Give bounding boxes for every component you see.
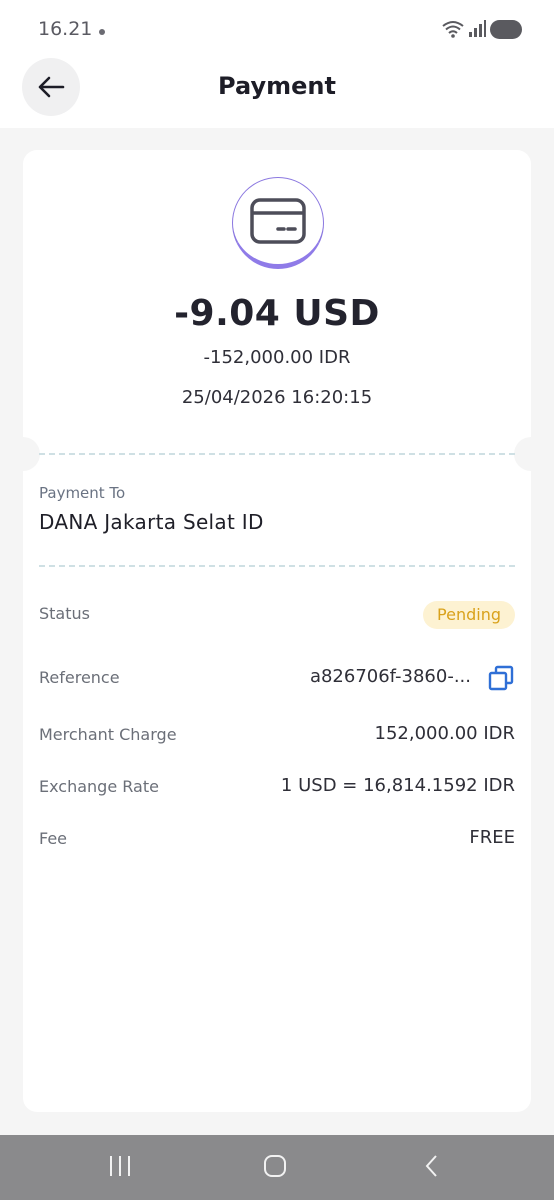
app-header: Payment: [0, 58, 554, 128]
amount-idr: -152,000.00 IDR: [203, 347, 351, 368]
reference-value: a826706f-3860-...: [309, 666, 471, 687]
ticket-notch-left: [23, 437, 40, 471]
reference-row: Reference a826706f-3860-...: [39, 664, 515, 694]
system-nav-bar: [0, 1135, 554, 1200]
status-badge: Pending: [423, 601, 515, 629]
home-icon[interactable]: [262, 1153, 288, 1183]
status-time: 16.21: [38, 18, 93, 40]
merchant-charge-row: Merchant Charge 152,000.00 IDR: [39, 721, 515, 751]
status-row: Status Pending: [39, 600, 515, 630]
fee-value: FREE: [469, 827, 515, 848]
divider-dashed: [39, 453, 515, 455]
exchange-rate-label: Exchange Rate: [39, 777, 159, 796]
merchant-charge-label: Merchant Charge: [39, 725, 177, 744]
copy-icon[interactable]: [487, 664, 515, 696]
fee-label: Fee: [39, 829, 68, 848]
status-label: Status: [39, 604, 90, 623]
notification-dot: [99, 29, 105, 35]
wifi-icon: [442, 19, 464, 43]
exchange-rate-value: 1 USD = 16,814.1592 IDR: [280, 775, 515, 796]
payment-to-value: DANA Jakarta Selat ID: [39, 510, 264, 534]
reference-label: Reference: [39, 668, 120, 687]
page-title: Payment: [218, 72, 336, 100]
payment-receipt-card: -9.04 USD -152,000.00 IDR 25/04/2026 16:…: [23, 150, 531, 1112]
ticket-notch-right: [514, 437, 531, 471]
recents-icon[interactable]: [108, 1153, 132, 1183]
transaction-datetime: 25/04/2026 16:20:15: [181, 387, 373, 408]
divider-dashed: [39, 565, 515, 567]
card-icon: [250, 198, 306, 244]
amount-usd: -9.04 USD: [174, 293, 380, 334]
fee-row: Fee FREE: [39, 825, 515, 855]
payment-icon-circle: [232, 177, 324, 269]
exchange-rate-row: Exchange Rate 1 USD = 16,814.1592 IDR: [39, 773, 515, 803]
payment-to-label: Payment To: [39, 484, 126, 502]
back-chevron-icon[interactable]: [422, 1153, 442, 1183]
status-bar: 16.21: [0, 0, 554, 58]
signal-icon: [468, 20, 486, 42]
merchant-charge-value: 152,000.00 IDR: [374, 723, 515, 744]
battery-icon: [490, 20, 522, 39]
